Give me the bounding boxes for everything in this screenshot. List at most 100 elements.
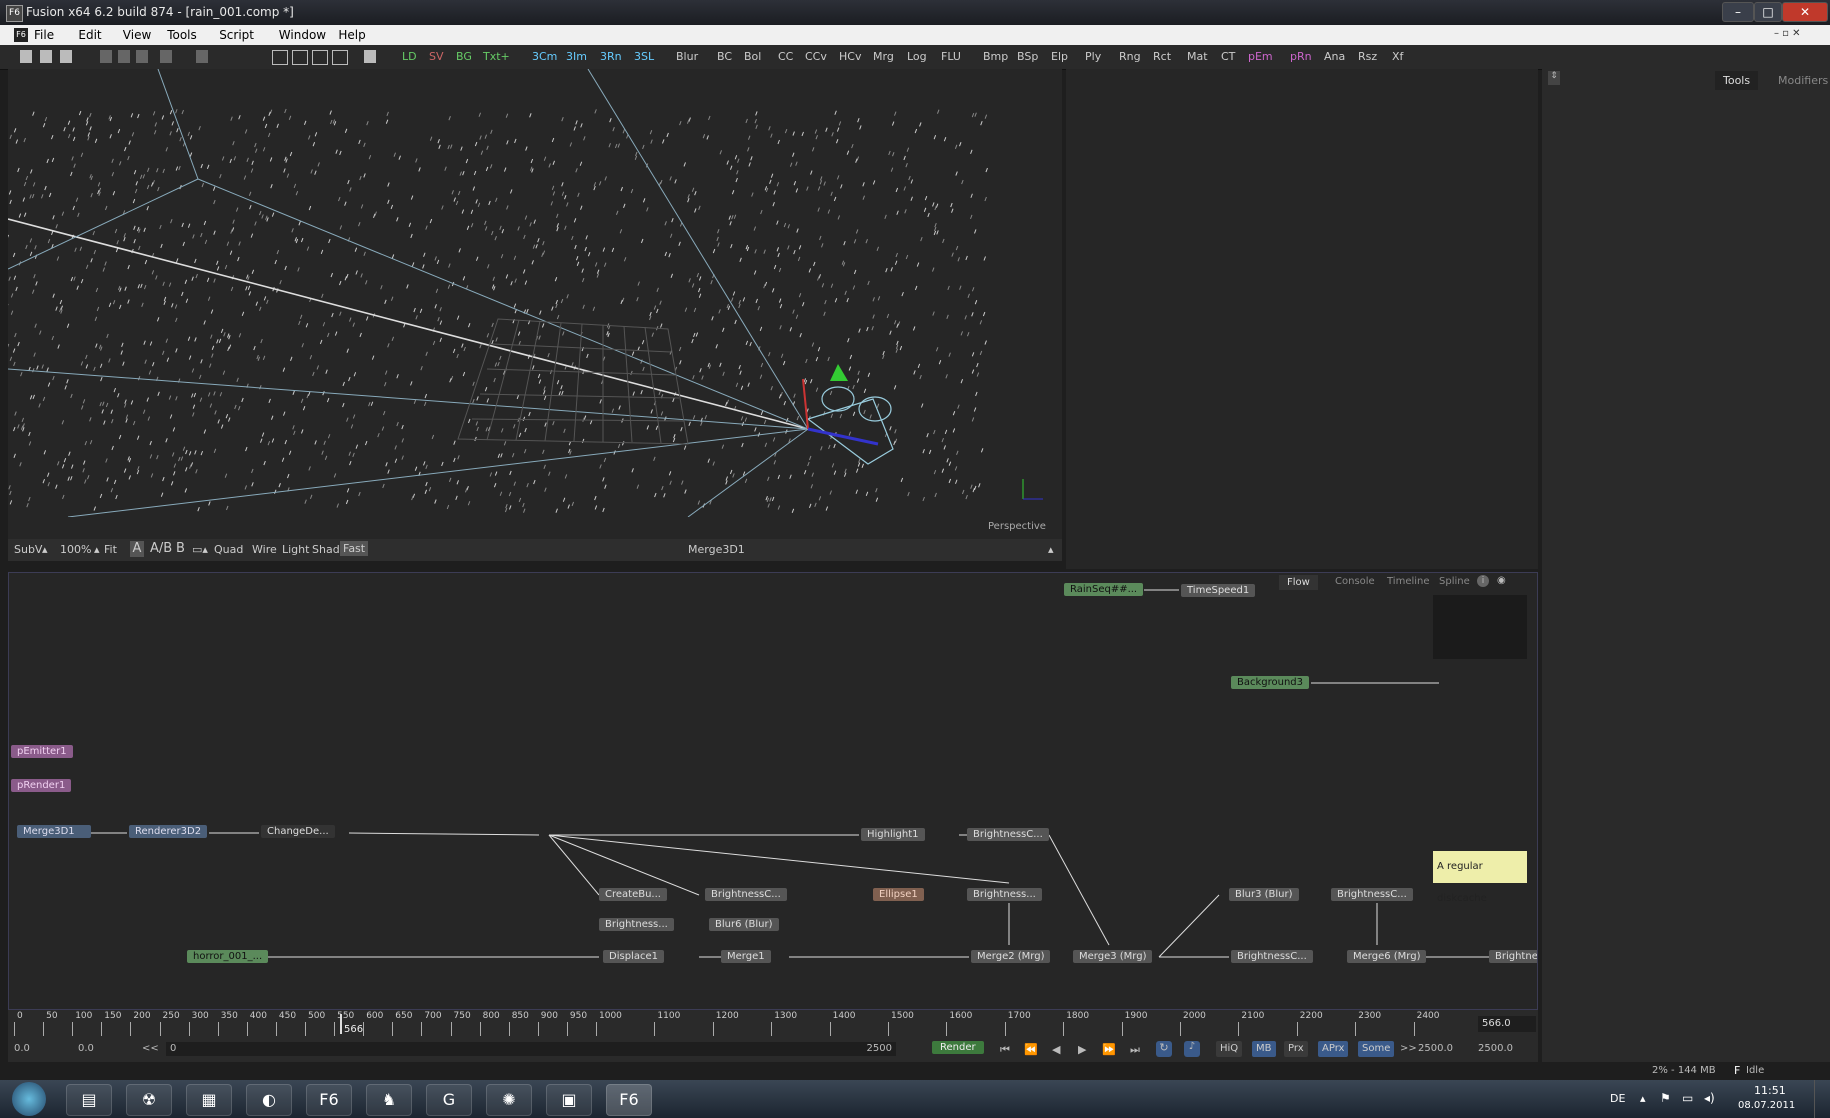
layout-split-icon[interactable] bbox=[292, 50, 308, 65]
tool-button-txt[interactable]: Txt+ bbox=[483, 50, 510, 63]
tool-button-ana[interactable]: Ana bbox=[1324, 50, 1345, 63]
viewer-menu-arrow[interactable]: ▴ bbox=[1048, 543, 1054, 556]
menu-tools[interactable]: Tools bbox=[167, 28, 197, 42]
tab-flow[interactable]: Flow bbox=[1279, 575, 1318, 590]
node-brightc4[interactable]: BrightnessC... bbox=[1231, 950, 1313, 963]
tool-button-bmp[interactable]: Bmp bbox=[983, 50, 1008, 63]
film-icon[interactable]: ▦ bbox=[186, 1084, 232, 1116]
node-displace1[interactable]: Displace1 bbox=[603, 950, 664, 963]
play-icon[interactable]: ▶ bbox=[1078, 1043, 1086, 1056]
play-reverse-icon[interactable]: ◀ bbox=[1052, 1043, 1060, 1056]
tool-button-blur[interactable]: Blur bbox=[676, 50, 698, 63]
undo-icon[interactable] bbox=[160, 50, 172, 63]
global-start-field[interactable]: 0.0 bbox=[14, 1043, 30, 1054]
tab-spline[interactable]: Spline bbox=[1439, 576, 1470, 587]
node-merge2[interactable]: Merge2 (Mrg) bbox=[971, 950, 1051, 963]
layout-single-icon[interactable] bbox=[272, 50, 288, 65]
tool-button-xf[interactable]: Xf bbox=[1392, 50, 1403, 63]
zoom-dropdown[interactable]: 100% bbox=[60, 543, 91, 556]
node-blur6[interactable]: Blur6 (Blur) bbox=[709, 918, 779, 931]
step-back-icon[interactable]: ⏪ bbox=[1024, 1043, 1038, 1056]
tab-modifiers[interactable]: Modifiers bbox=[1770, 72, 1830, 89]
node-blur3[interactable]: Blur3 (Blur) bbox=[1229, 888, 1299, 901]
light-button[interactable]: Light bbox=[282, 543, 309, 556]
tool-button-bol[interactable]: Bol bbox=[744, 50, 761, 63]
close-button[interactable]: ✕ bbox=[1782, 2, 1828, 22]
node-rainseq[interactable]: RainSeq##... bbox=[1064, 583, 1144, 596]
goto-end-icon[interactable]: ⏭ bbox=[1130, 1043, 1140, 1057]
node-renderer3d2[interactable]: Renderer3D2 bbox=[129, 825, 208, 838]
paste-icon[interactable] bbox=[136, 50, 148, 63]
node-ellipse1[interactable]: Ellipse1 bbox=[873, 888, 924, 901]
prx-toggle[interactable]: Prx bbox=[1284, 1041, 1308, 1057]
node-brightne[interactable]: Brightne bbox=[1489, 950, 1537, 963]
audio-icon[interactable]: ♪ bbox=[1184, 1041, 1200, 1057]
node-bright4[interactable]: Brightness... bbox=[599, 918, 674, 931]
tool-button-rct[interactable]: Rct bbox=[1153, 50, 1171, 63]
menu-edit[interactable]: Edit bbox=[78, 28, 101, 42]
range-forward-icon[interactable]: >> bbox=[1400, 1043, 1417, 1054]
viewer-left[interactable]: Perspective bbox=[8, 69, 1062, 539]
viewer-right[interactable] bbox=[1066, 69, 1538, 569]
wire-button[interactable]: Wire bbox=[252, 543, 277, 556]
tool-button-hcv[interactable]: HCv bbox=[839, 50, 861, 63]
global-end-field[interactable]: 2500.0 bbox=[1478, 1043, 1513, 1054]
render-button[interactable]: Render bbox=[932, 1041, 984, 1054]
cut-icon[interactable] bbox=[100, 50, 112, 63]
node-createbu[interactable]: CreateBu... bbox=[599, 888, 667, 901]
menu-window[interactable]: Window bbox=[279, 28, 326, 42]
new-file-icon[interactable] bbox=[20, 50, 32, 63]
quad-button[interactable]: Quad bbox=[214, 543, 243, 556]
node-merge1[interactable]: Merge1 bbox=[721, 950, 771, 963]
node-prender[interactable]: pRender1 bbox=[11, 779, 72, 792]
tool-button-elp[interactable]: Elp bbox=[1051, 50, 1068, 63]
fit-button[interactable]: Fit bbox=[104, 543, 117, 556]
node-changede[interactable]: ChangeDe... bbox=[261, 825, 335, 838]
fusion-taskbar-icon[interactable]: F6 bbox=[306, 1084, 352, 1116]
node-horror[interactable]: horror_001_... bbox=[187, 950, 269, 963]
loop-icon[interactable]: ↻ bbox=[1156, 1041, 1172, 1057]
tool-button-ct[interactable]: CT bbox=[1221, 50, 1235, 63]
network-icon[interactable]: ▭ bbox=[1682, 1091, 1693, 1105]
tool-button-bg[interactable]: BG bbox=[456, 50, 472, 63]
flow-editor[interactable]: Flow Console Timeline Spline i ◉ A regul… bbox=[8, 572, 1538, 1010]
clock-time[interactable]: 11:51 bbox=[1754, 1084, 1786, 1097]
node-timespeed[interactable]: TimeSpeed1 bbox=[1181, 584, 1256, 597]
menu-help[interactable]: Help bbox=[338, 28, 365, 42]
maximize-button[interactable]: □ bbox=[1754, 2, 1782, 22]
flow-navigator[interactable] bbox=[1433, 595, 1527, 659]
open-file-icon[interactable] bbox=[40, 50, 52, 63]
start-button-icon[interactable] bbox=[12, 1082, 46, 1116]
show-desktop-button[interactable] bbox=[1814, 1080, 1830, 1118]
tool-button-mat[interactable]: Mat bbox=[1187, 50, 1208, 63]
fusion-active-icon[interactable]: F6 bbox=[606, 1084, 652, 1116]
tool-button-rsz[interactable]: Rsz bbox=[1358, 50, 1377, 63]
node-merge3[interactable]: Merge3 (Mrg) bbox=[1073, 950, 1153, 963]
ab-compare-icon[interactable]: A/B bbox=[150, 541, 172, 556]
layout-horizontal-icon[interactable] bbox=[312, 50, 328, 65]
node-highlight1[interactable]: Highlight1 bbox=[861, 828, 925, 841]
tool-button-3sl[interactable]: 3SL bbox=[634, 50, 654, 63]
copy-icon[interactable] bbox=[118, 50, 130, 63]
b-buffer-button[interactable]: B bbox=[176, 541, 185, 556]
splash-icon[interactable]: ✺ bbox=[486, 1084, 532, 1116]
mb-toggle[interactable]: MB bbox=[1252, 1041, 1276, 1057]
fullscreen-icon[interactable] bbox=[364, 50, 376, 63]
volume-icon[interactable]: ◂) bbox=[1704, 1091, 1715, 1105]
tool-button-3cm[interactable]: 3Cm bbox=[532, 50, 557, 63]
tool-button-rng[interactable]: Rng bbox=[1119, 50, 1141, 63]
figure-icon[interactable]: ♞ bbox=[366, 1084, 412, 1116]
menu-view[interactable]: View bbox=[123, 28, 151, 42]
menu-file[interactable]: File bbox=[34, 28, 54, 42]
hiq-toggle[interactable]: HiQ bbox=[1216, 1041, 1243, 1057]
panel-collapse-icon[interactable]: ⇕ bbox=[1548, 71, 1560, 85]
range-back-icon[interactable]: << bbox=[142, 1043, 159, 1054]
tab-timeline[interactable]: Timeline bbox=[1387, 576, 1430, 587]
language-indicator[interactable]: DE bbox=[1610, 1092, 1625, 1105]
tool-button-cc[interactable]: CC bbox=[778, 50, 793, 63]
tool-button-ld[interactable]: LD bbox=[402, 50, 417, 63]
image-viewer-icon[interactable]: ▣ bbox=[546, 1084, 592, 1116]
some-toggle[interactable]: Some bbox=[1358, 1041, 1395, 1057]
goto-start-icon[interactable]: ⏮ bbox=[1000, 1043, 1010, 1057]
comment-icon[interactable]: ◉ bbox=[1497, 575, 1506, 586]
